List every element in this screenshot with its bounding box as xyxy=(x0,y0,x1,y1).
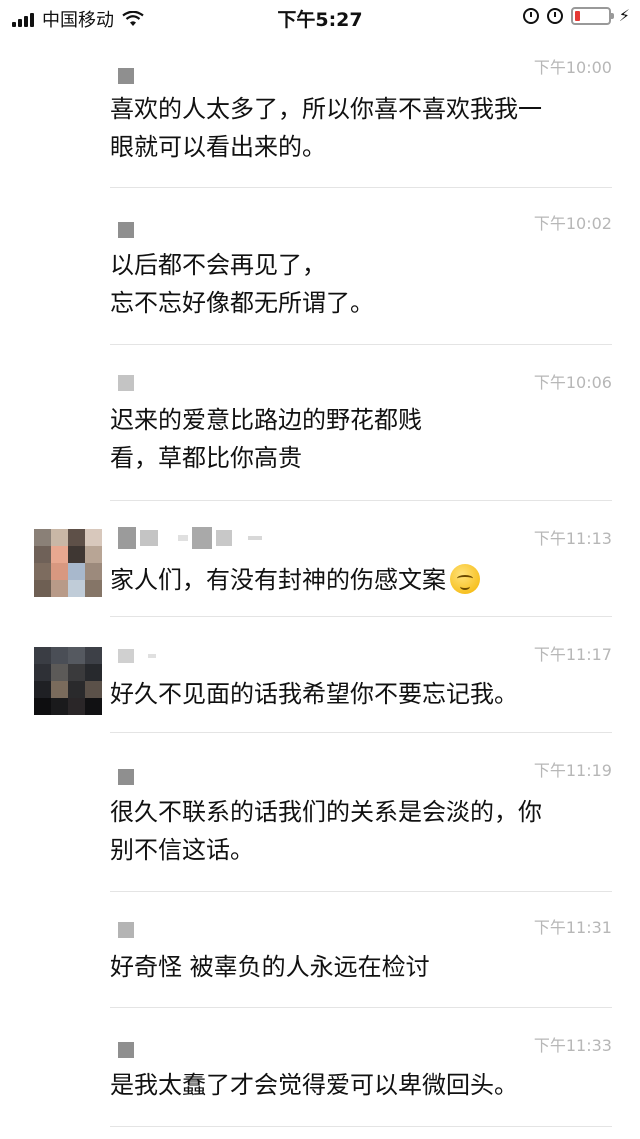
commenter-name-blurred xyxy=(118,922,134,938)
comment-text: 家人们，有没有封神的伤感文案 xyxy=(110,561,620,599)
charging-bolt-icon: ⚡ xyxy=(618,6,630,25)
commenter-name-blurred xyxy=(118,222,134,238)
comment-text: 迟来的爱意比路边的野花都贱 看，草都比你高贵 xyxy=(110,406,422,472)
comment-item: 下午11:33 是我太蠢了才会觉得爱可以卑微回头。 xyxy=(0,1008,640,1128)
commenter-name-blurred xyxy=(118,527,262,549)
comment-text: 是我太蠢了才会觉得爱可以卑微回头。 xyxy=(110,1071,518,1099)
comment-text-content: 家人们，有没有封神的伤感文案 xyxy=(110,566,446,594)
comment-time: 下午10:02 xyxy=(533,214,612,233)
sad-face-emoji-icon xyxy=(450,564,480,594)
comment-time: 下午11:13 xyxy=(533,529,612,548)
comment-item: 下午11:13 家人们，有没有封神的伤感文案 xyxy=(0,501,640,617)
orientation-lock-icon xyxy=(522,7,539,24)
comment-time: 下午11:33 xyxy=(533,1036,612,1055)
comment-time: 下午10:00 xyxy=(533,58,612,77)
commenter-name-blurred xyxy=(118,68,134,84)
commenter-name-blurred xyxy=(118,375,134,391)
alarm-clock-icon xyxy=(546,7,563,24)
comment-divider xyxy=(110,1126,612,1127)
comment-time: 下午10:06 xyxy=(533,373,612,392)
commenter-name-blurred xyxy=(118,769,134,785)
status-bar: 中国移动 下午5:27 ⚡ xyxy=(0,0,640,36)
commenter-name-blurred xyxy=(118,1042,134,1058)
battery-icon xyxy=(570,6,614,25)
comment-text: 很久不联系的话我们的关系是会淡的，你 别不信这话。 xyxy=(110,798,542,864)
comment-item: 下午10:02 以后都不会再见了， 忘不忘好像都无所谓了。 xyxy=(0,188,640,345)
comment-time: 下午11:31 xyxy=(533,918,612,937)
commenter-name-blurred xyxy=(118,649,156,663)
comment-item: 下午11:17 好久不见面的话我希望你不要忘记我。 xyxy=(0,617,640,733)
comment-text: 喜欢的人太多了，所以你喜不喜欢我我一 眼就可以看出来的。 xyxy=(110,95,542,161)
comment-time: 下午11:17 xyxy=(533,645,612,664)
comment-text: 好久不见面的话我希望你不要忘记我。 xyxy=(110,680,518,708)
comment-text: 以后都不会再见了， 忘不忘好像都无所谓了。 xyxy=(110,251,374,317)
comment-item: 下午11:31 好奇怪 被辜负的人永远在检讨 xyxy=(0,892,640,1008)
avatar[interactable] xyxy=(34,647,102,715)
comment-text: 好奇怪 被辜负的人永远在检讨 xyxy=(110,953,430,981)
comment-item: 下午10:06 迟来的爱意比路边的野花都贱 看，草都比你高贵 xyxy=(0,345,640,501)
avatar[interactable] xyxy=(34,529,102,597)
comment-item: 下午10:00 喜欢的人太多了，所以你喜不喜欢我我一 眼就可以看出来的。 xyxy=(0,46,640,188)
comment-time: 下午11:19 xyxy=(533,761,612,780)
comment-item: 下午11:19 很久不联系的话我们的关系是会淡的，你 别不信这话。 xyxy=(0,733,640,892)
